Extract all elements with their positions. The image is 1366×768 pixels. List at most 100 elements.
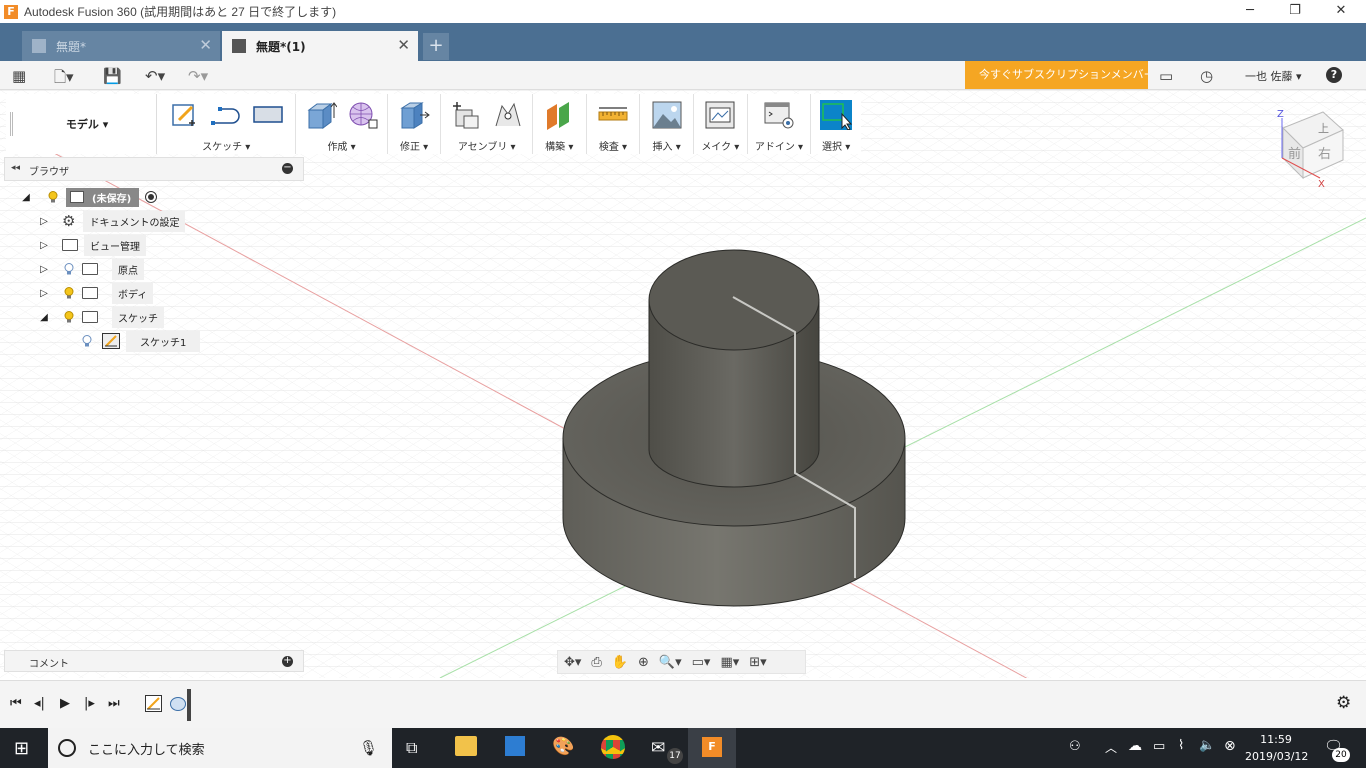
task-view-icon[interactable]: ⧉: [406, 738, 417, 758]
toolbar-label-inspect[interactable]: 検査 ▾: [599, 138, 627, 153]
browser-panel-header[interactable]: ◂◂ ブラウザ −: [4, 157, 304, 181]
create-sketch-icon[interactable]: [168, 100, 200, 130]
comments-panel-header[interactable]: コメント +: [4, 650, 304, 672]
step-back-icon[interactable]: ◂|: [34, 696, 45, 711]
clock-date[interactable]: 2019/03/12: [1245, 750, 1308, 763]
tree-item-bodies[interactable]: ▷ ボディ: [38, 282, 154, 304]
minimize-button[interactable]: ─: [1227, 0, 1273, 23]
onedrive-cloud-icon[interactable]: ☁: [1128, 738, 1142, 754]
grid-settings-icon[interactable]: ▦▾: [720, 655, 739, 670]
toolbar-label-construct[interactable]: 構築 ▾: [545, 138, 573, 153]
volume-icon[interactable]: 🔈: [1199, 738, 1215, 753]
visibility-bulb-off-icon[interactable]: [64, 263, 74, 275]
add-comment-button[interactable]: +: [282, 656, 293, 667]
user-account-menu[interactable]: 一也 佐藤 ▾: [1245, 68, 1302, 84]
toolbar-label-assemble[interactable]: アセンブリ ▾: [458, 138, 516, 153]
select-tool-icon[interactable]: [820, 100, 853, 130]
job-status-clock-icon[interactable]: ◷: [1200, 67, 1213, 85]
go-to-start-icon[interactable]: ⏮: [10, 696, 22, 711]
tree-item-sketches[interactable]: ◢ スケッチ: [38, 306, 164, 328]
expand-toggle-icon[interactable]: ▷: [38, 240, 50, 251]
help-icon[interactable]: ?: [1326, 67, 1342, 83]
expand-toggle-icon[interactable]: ▷: [38, 264, 50, 275]
extrude-icon[interactable]: [305, 100, 337, 130]
go-to-end-icon[interactable]: ⏭: [108, 696, 120, 711]
expand-toggle-icon[interactable]: ▷: [38, 216, 50, 227]
joint-icon[interactable]: [492, 100, 524, 130]
step-forward-icon[interactable]: |▸: [84, 696, 95, 711]
no-network-x-icon[interactable]: ⊗: [1224, 738, 1236, 754]
form-sphere-icon[interactable]: [347, 100, 379, 130]
restore-button[interactable]: ❐: [1272, 0, 1318, 23]
data-panel-grid-icon[interactable]: ▦: [12, 67, 26, 85]
visibility-bulb-icon[interactable]: [64, 287, 74, 299]
tab-document-1[interactable]: 無題* ✕: [22, 31, 220, 61]
toolbar-label-make[interactable]: メイク ▾: [701, 138, 739, 153]
view-cube-top-label[interactable]: 上: [1318, 122, 1329, 135]
people-icon[interactable]: ⚇: [1069, 739, 1081, 754]
tree-item-sketch1[interactable]: スケッチ1: [80, 330, 201, 352]
toolbar-label-insert[interactable]: 挿入 ▾: [653, 138, 681, 153]
tree-item-named-views[interactable]: ▷ ビュー管理: [38, 234, 146, 256]
toolbar-grip[interactable]: [10, 112, 18, 136]
tab-document-2[interactable]: 無題*(1) ✕: [222, 31, 418, 61]
subscription-banner[interactable]: 今すぐサブスクリプションメンバーに...: [965, 61, 1148, 89]
toolbar-label-sketch[interactable]: スケッチ ▾: [202, 138, 250, 153]
chrome-icon[interactable]: [601, 735, 625, 759]
zoom-icon[interactable]: ⊕: [638, 655, 649, 670]
visibility-bulb-off-icon[interactable]: [82, 335, 92, 347]
measure-icon[interactable]: [597, 100, 629, 130]
tree-item-root[interactable]: ◢ (未保存): [20, 187, 158, 207]
scripts-addins-icon[interactable]: [763, 100, 795, 130]
play-icon[interactable]: ▶: [60, 696, 70, 711]
view-cube-front-label[interactable]: 前: [1288, 146, 1301, 162]
expand-toggle-icon[interactable]: ▷: [38, 288, 50, 299]
toolbar-label-addins[interactable]: アドイン ▾: [755, 138, 803, 153]
view-cube-right-label[interactable]: 右: [1318, 147, 1331, 162]
new-component-icon[interactable]: [450, 100, 482, 130]
press-pull-icon[interactable]: [398, 100, 430, 130]
visibility-bulb-icon[interactable]: [64, 311, 74, 323]
show-hidden-icons-chevron[interactable]: ︿: [1105, 739, 1117, 756]
comments-icon[interactable]: ▭: [1159, 67, 1173, 85]
microphone-icon[interactable]: 🎙: [359, 739, 378, 757]
wifi-icon[interactable]: ⌇: [1178, 738, 1184, 753]
offset-plane-icon[interactable]: [543, 100, 575, 130]
3d-print-icon[interactable]: [704, 100, 736, 130]
redo-icon[interactable]: ↷▾: [188, 67, 208, 85]
mail-icon[interactable]: ✉: [651, 738, 665, 758]
clock-time[interactable]: 11:59: [1245, 733, 1307, 746]
paint-app-icon[interactable]: 🎨: [552, 736, 574, 757]
windows-start-icon[interactable]: ⊞: [14, 738, 29, 759]
new-tab-button[interactable]: +: [423, 33, 449, 60]
close-window-button[interactable]: ✕: [1318, 0, 1364, 23]
rectangle-tool-icon[interactable]: [252, 100, 284, 130]
insert-image-icon[interactable]: [651, 100, 683, 130]
collapse-panel-icon[interactable]: ◂◂: [11, 163, 20, 173]
display-settings-icon[interactable]: ▭▾: [692, 655, 711, 670]
tree-item-origin[interactable]: ▷ 原点: [38, 258, 144, 280]
timeline-sketch-feature-icon[interactable]: [145, 695, 162, 712]
timeline-extrude-feature-icon[interactable]: [170, 697, 186, 711]
microsoft-store-icon[interactable]: [505, 736, 525, 756]
save-icon[interactable]: 💾: [103, 67, 122, 85]
orbit-icon[interactable]: ✥▾: [564, 655, 581, 670]
tab-close-icon[interactable]: ✕: [397, 38, 410, 53]
look-at-icon[interactable]: ⎙: [591, 655, 601, 670]
toolbar-label-select[interactable]: 選択 ▾: [822, 138, 850, 153]
activate-radio-icon[interactable]: [145, 191, 158, 203]
timeline-marker[interactable]: [187, 689, 191, 721]
file-menu-icon[interactable]: 🗋▾: [54, 67, 74, 92]
taskbar-search-box[interactable]: ここに入力して検索 🎙: [48, 728, 392, 768]
tree-item-document-settings[interactable]: ▷ ⚙ ドキュメントの設定: [38, 210, 186, 232]
toolbar-label-create[interactable]: 作成 ▾: [327, 138, 355, 153]
line-tool-icon[interactable]: [210, 100, 242, 130]
fusion-taskbar-button[interactable]: F: [688, 728, 736, 768]
workspace-switcher[interactable]: モデル ▾: [18, 94, 158, 154]
battery-icon[interactable]: ▭: [1153, 739, 1165, 754]
visibility-bulb-icon[interactable]: [48, 191, 58, 203]
tab-close-icon[interactable]: ✕: [199, 38, 212, 53]
pan-hand-icon[interactable]: ✋: [612, 655, 628, 670]
toolbar-label-modify[interactable]: 修正 ▾: [400, 138, 428, 153]
file-explorer-icon[interactable]: [455, 736, 477, 756]
